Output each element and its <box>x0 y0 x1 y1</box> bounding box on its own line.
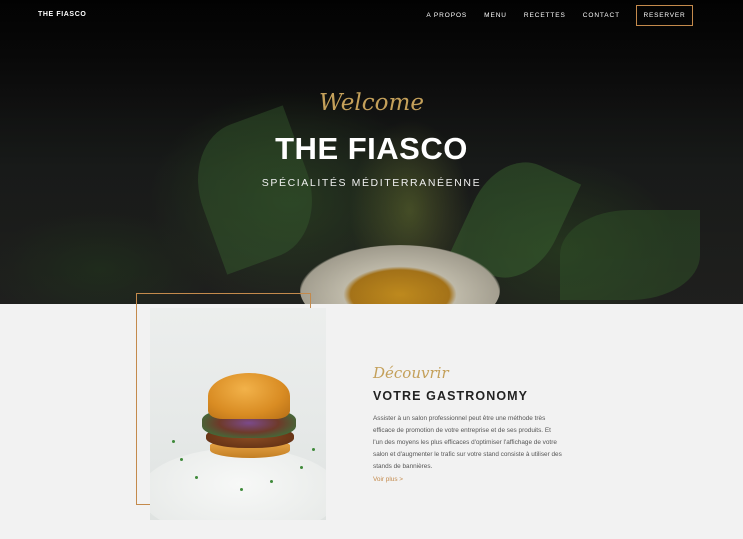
hero-subtitle: SPÉCIALITÉS MÉDITERRANÉENNE <box>261 177 482 189</box>
body-line: efficace de promotion de votre entrepris… <box>373 427 551 434</box>
hero-script-heading: Welcome <box>319 90 424 116</box>
herb-garnish <box>180 458 183 461</box>
nav-item-a-propos[interactable]: A PROPOS <box>426 12 467 19</box>
section-script-heading: Découvrir <box>373 364 449 382</box>
section-body-text: Assister à un salon professionnel peut ê… <box>373 413 601 473</box>
read-more-link[interactable]: Voir plus > <box>373 476 403 483</box>
herb-garnish <box>240 488 243 491</box>
herb-garnish <box>195 476 198 479</box>
brand-logo[interactable]: THE FIASCO <box>38 11 86 18</box>
herb-garnish <box>312 448 315 451</box>
hero-banner: Welcome THE FIASCO SPÉCIALITÉS MÉDITERRA… <box>0 0 743 304</box>
burger-photo <box>150 308 326 520</box>
herb-garnish <box>300 466 303 469</box>
nav-item-contact[interactable]: CONTACT <box>583 12 620 19</box>
nav-menu: A PROPOS MENU RECETTES CONTACT <box>426 12 620 19</box>
plate <box>150 448 326 520</box>
section-title: VOTRE GASTRONOMY <box>373 389 529 403</box>
herb-garnish <box>270 480 273 483</box>
nav-item-recettes[interactable]: RECETTES <box>524 12 566 19</box>
bun-top <box>208 373 290 419</box>
nav-item-menu[interactable]: MENU <box>484 12 507 19</box>
reserve-button[interactable]: RESERVER <box>636 5 693 26</box>
top-navigation: THE FIASCO A PROPOS MENU RECETTES CONTAC… <box>0 0 743 32</box>
body-line: l'un des moyens les plus efficaces d'opt… <box>373 439 557 446</box>
body-line: salon et d'augmenter le trafic sur votre… <box>373 451 562 458</box>
body-line: stands de bannières. <box>373 463 433 470</box>
hero-title: THE FIASCO <box>275 131 468 166</box>
herb-garnish <box>172 440 175 443</box>
body-line: Assister à un salon professionnel peut ê… <box>373 415 546 422</box>
